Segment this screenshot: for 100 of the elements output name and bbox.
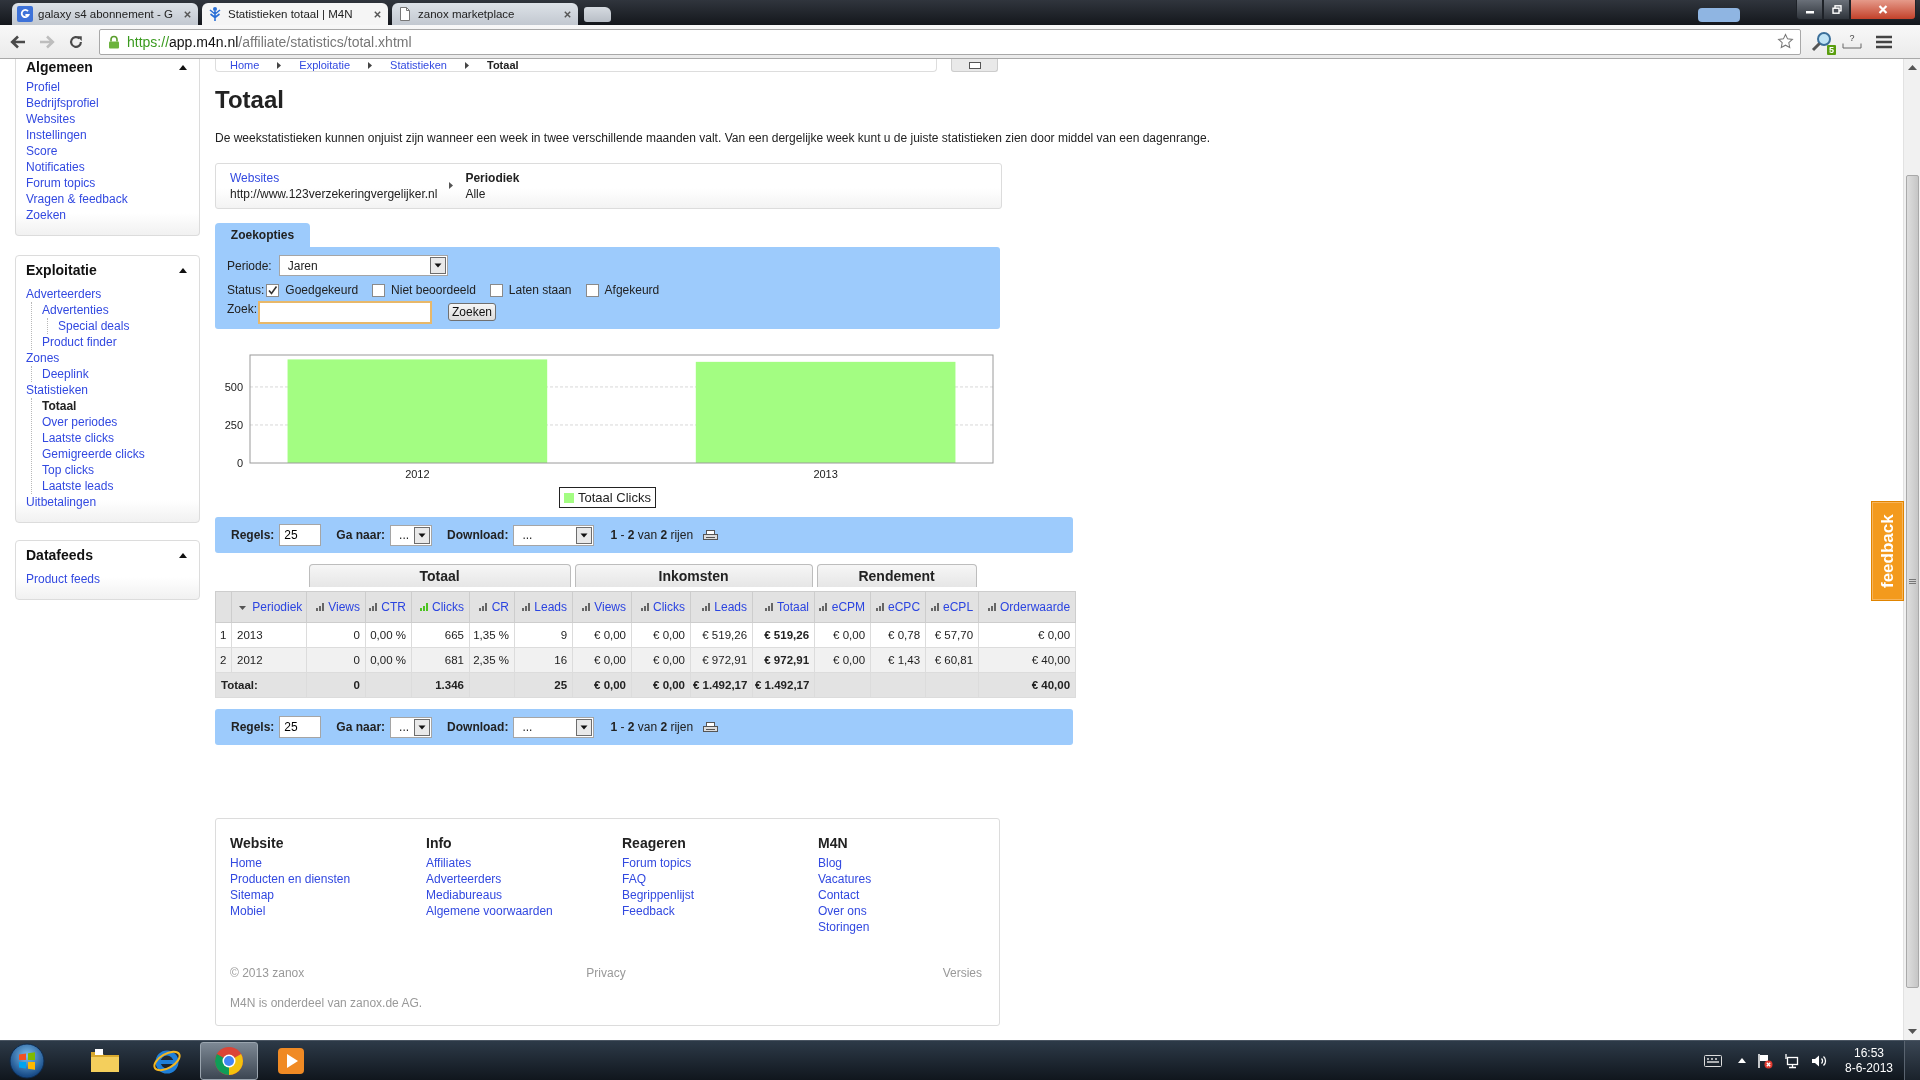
period-select[interactable]: Jaren — [278, 255, 448, 276]
clock-time[interactable]: 16:53 — [1854, 1045, 1884, 1061]
status-checkbox[interactable] — [266, 283, 280, 297]
footer-link[interactable]: Affiliates — [426, 855, 472, 871]
column-sort-link[interactable]: Views — [594, 600, 627, 614]
caret-icon[interactable] — [179, 64, 187, 70]
sidebar-link[interactable]: Product feeds — [26, 572, 101, 586]
minimize-button[interactable] — [1796, 0, 1823, 20]
address-bar[interactable]: https://app.m4n.nl/affiliate/statistics/total.xhtml — [99, 28, 1801, 55]
bar-chart-icon[interactable] — [702, 603, 710, 611]
browser-tab[interactable]: Statistieken totaal | M4N — [202, 3, 388, 25]
footer-link[interactable]: Feedback — [622, 903, 675, 919]
breadcrumb-link[interactable]: Exploitatie — [299, 59, 351, 71]
printer-icon[interactable] — [703, 721, 719, 733]
sidebar-link[interactable]: Vragen & feedback — [26, 192, 128, 206]
browser-tab[interactable]: zanox marketplace — [392, 3, 578, 25]
sidebar-link[interactable]: Laatste leads — [42, 479, 114, 493]
sidebar-link[interactable]: Websites — [26, 112, 76, 126]
column-sort-link[interactable]: eCPM — [831, 600, 866, 614]
bar-chart-icon[interactable] — [522, 603, 530, 611]
start-orb-icon[interactable] — [9, 1042, 45, 1079]
footer-link[interactable]: Home — [230, 855, 262, 871]
bar-chart-icon[interactable] — [875, 603, 884, 611]
column-sort-link[interactable]: Leads — [534, 600, 568, 614]
step-link[interactable]: Websites — [230, 170, 280, 186]
sidebar-link[interactable]: Totaal — [42, 399, 77, 413]
sidebar-link[interactable]: Notificaties — [26, 160, 85, 174]
column-sort-link[interactable]: Orderwaarde — [1000, 600, 1071, 614]
sidebar-link[interactable]: Statistieken — [26, 383, 89, 397]
goto-select[interactable]: ... — [390, 716, 433, 738]
page-tool-button[interactable] — [951, 59, 998, 72]
magnifier-icon[interactable] — [1811, 30, 1833, 53]
search-field[interactable] — [258, 301, 432, 324]
status-checkbox[interactable] — [585, 283, 599, 297]
footer-link[interactable]: Vacatures — [818, 871, 872, 887]
footer-link[interactable]: FAQ — [622, 871, 646, 887]
sidebar-link[interactable]: Zoeken — [26, 208, 67, 222]
bar-chart-icon[interactable] — [764, 603, 773, 611]
scroll-up-arrow-icon[interactable] — [1907, 65, 1917, 70]
breadcrumb-link[interactable]: Home — [230, 59, 260, 71]
footer-link[interactable]: Begrippenlijst — [622, 887, 695, 903]
close-button[interactable] — [1850, 0, 1916, 20]
star-icon[interactable] — [1777, 33, 1794, 50]
new-tab-button[interactable] — [584, 7, 611, 22]
reload-icon[interactable] — [67, 33, 85, 50]
sidebar-link[interactable]: Adverteerders — [26, 287, 102, 301]
sidebar-link[interactable]: Advertenties — [42, 303, 109, 317]
column-sort-link[interactable]: eCPL — [943, 600, 974, 614]
help-button[interactable]: ? — [1841, 30, 1863, 53]
back-arrow-icon[interactable] — [9, 33, 27, 50]
sort-caret-icon[interactable] — [239, 605, 246, 610]
download-select[interactable]: ... — [513, 524, 595, 546]
footer-link[interactable]: Over ons — [818, 903, 867, 919]
search-button[interactable]: Zoeken — [448, 303, 496, 321]
bar-chart-icon[interactable] — [987, 603, 996, 611]
sidebar-link[interactable]: Gemigreerde clicks — [42, 447, 145, 461]
sidebar-link[interactable]: Top clicks — [42, 463, 94, 477]
scroll-thumb[interactable] — [1905, 175, 1919, 988]
footer-link[interactable]: Blog — [818, 855, 843, 871]
flag-icon[interactable] — [1757, 1052, 1773, 1069]
close-icon[interactable] — [563, 9, 572, 19]
sidebar-link[interactable]: Profiel — [26, 80, 60, 94]
taskbar-button[interactable] — [200, 1041, 258, 1080]
bar-chart-icon[interactable] — [640, 603, 649, 611]
column-sort-link[interactable]: Leads — [714, 600, 748, 614]
rows-field[interactable]: 25 — [279, 716, 322, 738]
printer-icon[interactable] — [703, 529, 719, 541]
sidebar-link[interactable]: Zones — [26, 351, 60, 365]
column-sort-link[interactable]: Clicks — [432, 600, 464, 614]
bar-chart-icon[interactable] — [581, 603, 590, 611]
footer-link[interactable]: Adverteerders — [426, 871, 502, 887]
column-sort-link[interactable]: Totaal — [777, 600, 810, 614]
bar-chart-icon[interactable] — [930, 603, 939, 611]
column-sort-link[interactable]: Clicks — [653, 600, 686, 614]
close-icon[interactable] — [373, 9, 382, 19]
footer-link[interactable]: Storingen — [818, 919, 870, 935]
bar-chart-icon[interactable] — [369, 603, 377, 611]
sidebar-link[interactable]: Laatste clicks — [42, 431, 115, 445]
goto-select[interactable]: ... — [390, 524, 433, 546]
scroll-down-arrow-icon[interactable] — [1907, 1029, 1917, 1034]
footer-link[interactable]: Sitemap — [230, 887, 275, 903]
close-icon[interactable] — [183, 9, 192, 19]
sidebar-link[interactable]: Over periodes — [42, 415, 118, 429]
network-icon[interactable] — [1784, 1052, 1800, 1069]
bar-chart-icon[interactable] — [315, 603, 324, 611]
show-desktop-button[interactable] — [1904, 1041, 1920, 1080]
column-sort-link[interactable]: Views — [328, 600, 360, 614]
bar-chart-icon[interactable] — [819, 603, 828, 611]
caret-up-icon[interactable] — [1738, 1058, 1746, 1063]
sidebar-link[interactable]: Forum topics — [26, 176, 96, 190]
restore-button[interactable] — [1823, 0, 1850, 20]
sidebar-link[interactable]: Score — [26, 144, 58, 158]
column-sort-link[interactable]: eCPC — [888, 600, 921, 614]
download-select[interactable]: ... — [513, 716, 595, 738]
sidebar-link[interactable]: Special deals — [58, 319, 130, 333]
column-sort-link[interactable]: CTR — [381, 600, 406, 614]
column-sort-link[interactable]: Periodiek — [252, 600, 303, 614]
column-sort-link[interactable]: CR — [491, 600, 509, 614]
sidebar-link[interactable]: Product finder — [42, 335, 117, 349]
menu-icon[interactable] — [1875, 34, 1893, 49]
